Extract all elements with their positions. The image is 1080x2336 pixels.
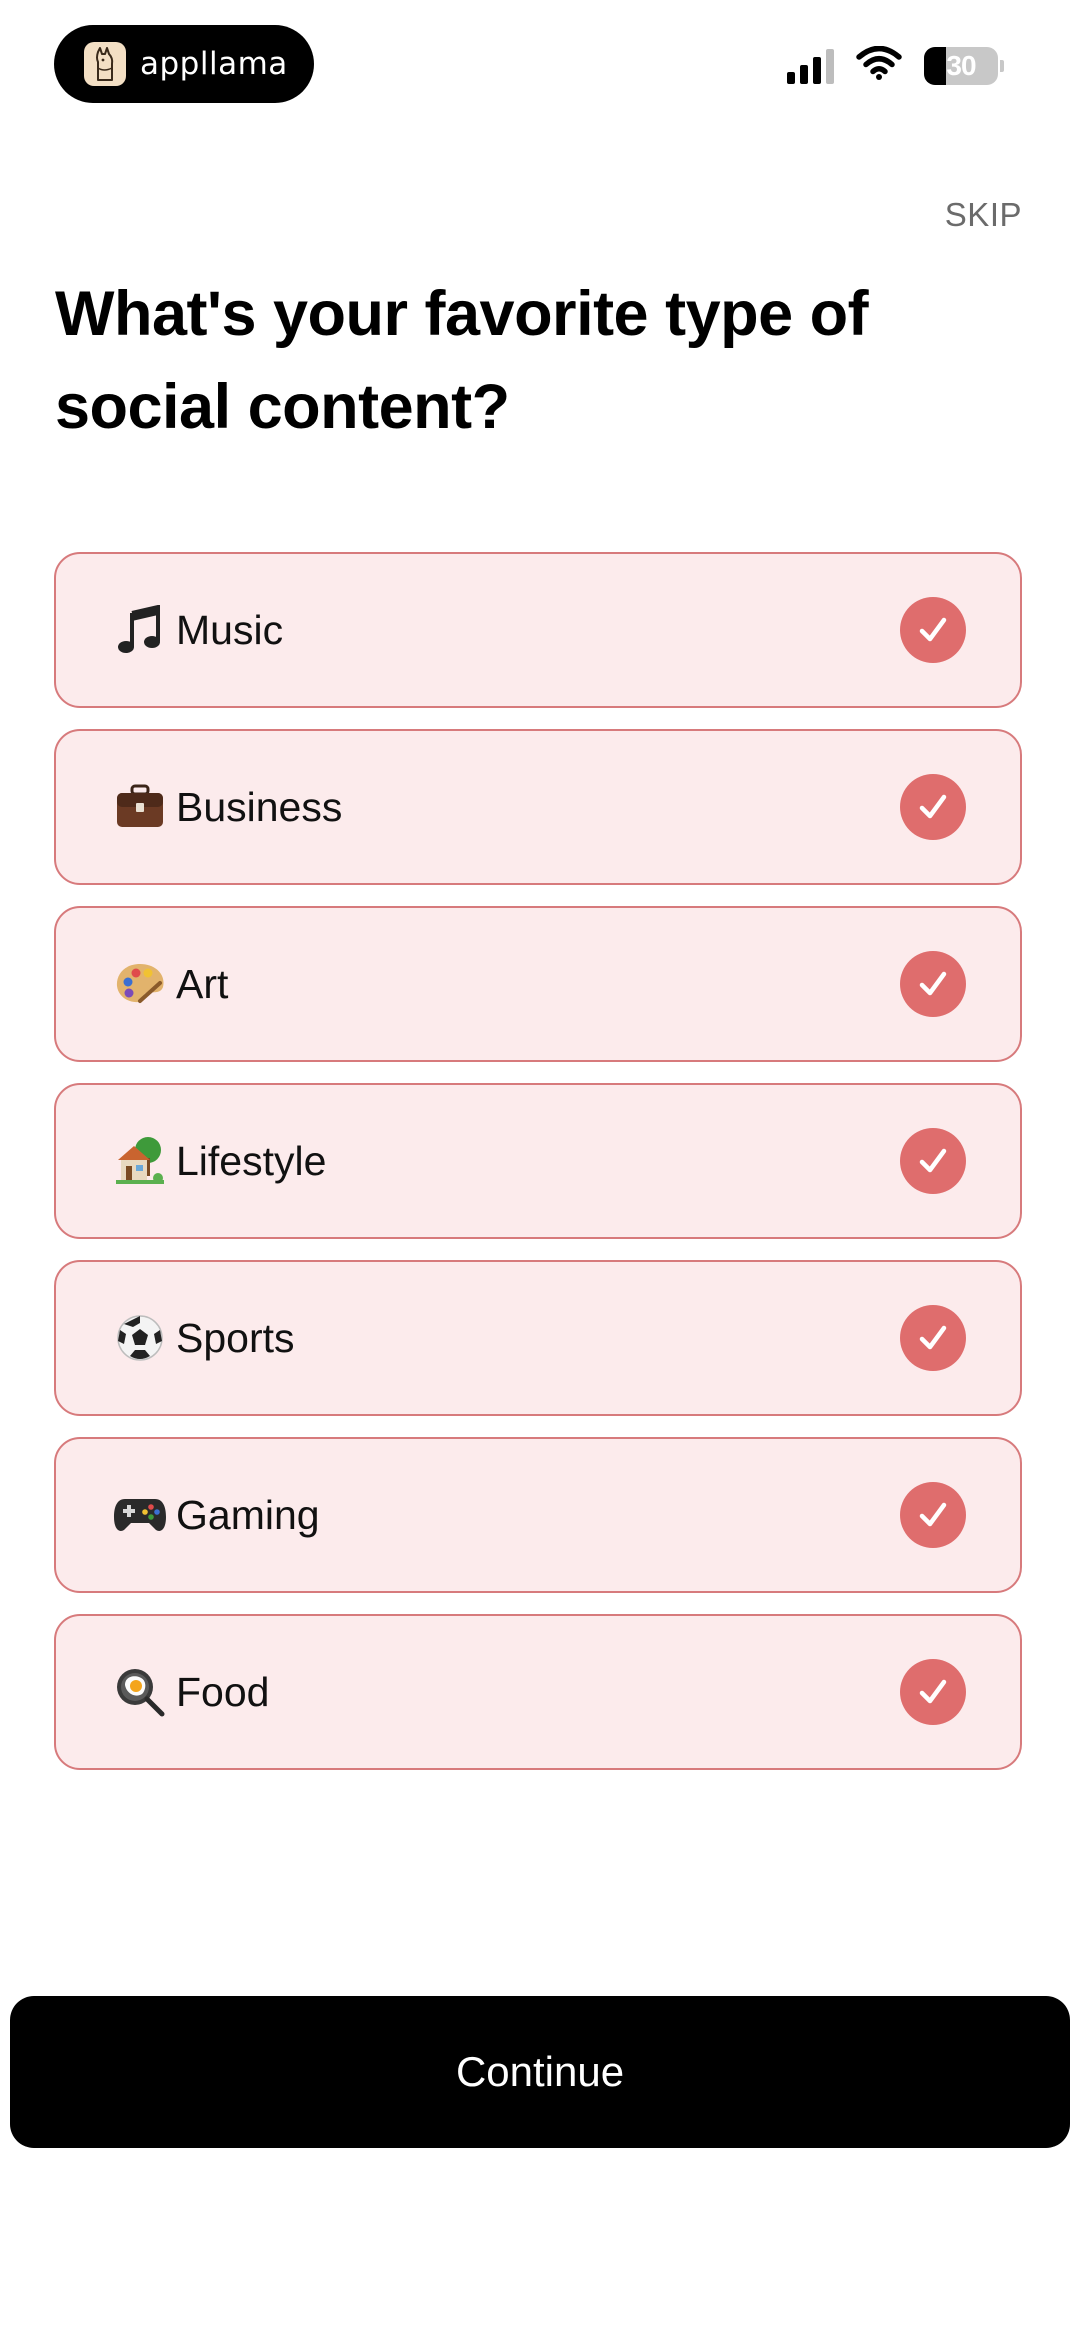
wifi-icon xyxy=(856,45,902,85)
house-with-garden-icon xyxy=(112,1133,168,1189)
game-controller-icon xyxy=(112,1487,168,1543)
cellular-signal-icon xyxy=(787,48,834,84)
option-art[interactable]: Art xyxy=(54,906,1022,1062)
page-title: What's your favorite type of social cont… xyxy=(55,279,869,442)
check-icon xyxy=(900,1128,966,1194)
battery-level: 30 xyxy=(946,49,976,81)
check-icon xyxy=(900,1659,966,1725)
battery-icon: 30 xyxy=(924,46,1004,85)
option-label: Gaming xyxy=(176,1491,320,1538)
option-business[interactable]: Business xyxy=(54,729,1022,885)
check-icon xyxy=(900,1482,966,1548)
brand-name: appllama xyxy=(140,46,288,82)
briefcase-icon xyxy=(112,779,168,835)
option-food[interactable]: Food xyxy=(54,1614,1022,1770)
artist-palette-icon xyxy=(112,956,168,1012)
skip-button[interactable]: SKIP xyxy=(945,196,1022,234)
option-label: Art xyxy=(176,960,229,1007)
option-lifestyle[interactable]: Lifestyle xyxy=(54,1083,1022,1239)
option-gaming[interactable]: Gaming xyxy=(54,1437,1022,1593)
check-icon xyxy=(900,597,966,663)
check-icon xyxy=(900,774,966,840)
status-indicators: 30 xyxy=(787,45,1004,85)
option-sports[interactable]: Sports xyxy=(54,1260,1022,1416)
option-label: Sports xyxy=(176,1314,295,1361)
check-icon xyxy=(900,951,966,1017)
soccer-ball-icon xyxy=(112,1310,168,1366)
frying-pan-egg-icon xyxy=(112,1664,168,1720)
content-type-options: Music Business Art Lifestyle Sports Gami… xyxy=(54,552,1022,1770)
onboarding-screen: appllama 30 SKIP What's your favorite ty… xyxy=(0,0,1080,2336)
musical-note-icon xyxy=(112,602,168,658)
brand-pill: appllama xyxy=(54,25,314,103)
continue-button[interactable]: Continue xyxy=(10,1996,1070,2148)
option-music[interactable]: Music xyxy=(54,552,1022,708)
option-label: Business xyxy=(176,783,343,830)
option-label: Lifestyle xyxy=(176,1137,327,1184)
llama-logo-icon xyxy=(84,42,126,86)
option-label: Food xyxy=(176,1668,270,1715)
option-label: Music xyxy=(176,606,284,653)
check-icon xyxy=(900,1305,966,1371)
